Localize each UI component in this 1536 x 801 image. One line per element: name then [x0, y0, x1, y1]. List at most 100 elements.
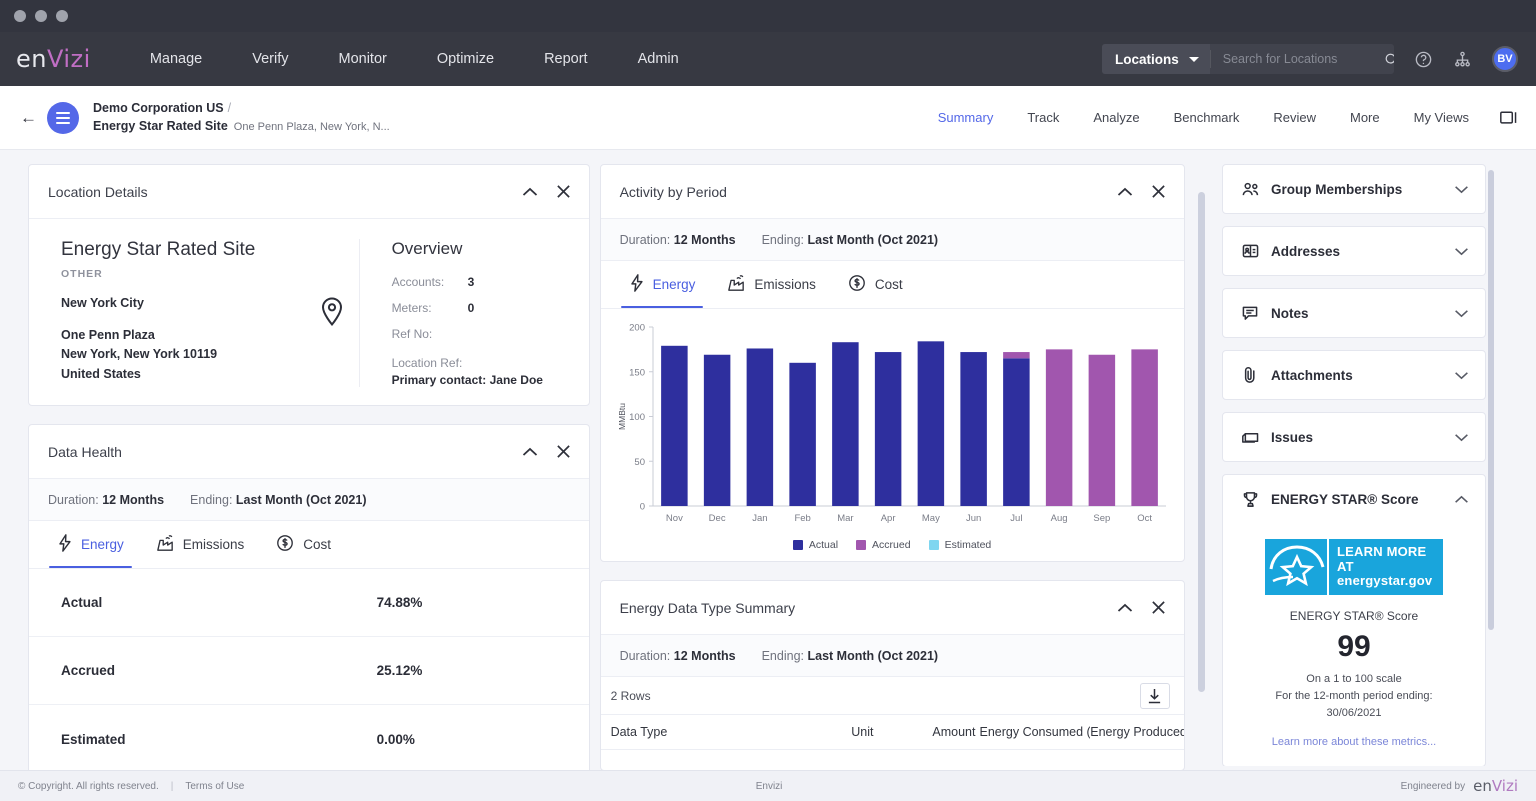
- tab-summary[interactable]: Summary: [921, 110, 1011, 125]
- svg-text:Nov: Nov: [665, 513, 682, 524]
- tab-emissions[interactable]: Emissions: [711, 261, 832, 308]
- chevron-down-icon[interactable]: [1454, 185, 1469, 194]
- collapse-icon[interactable]: [1117, 187, 1133, 197]
- tab-benchmark[interactable]: Benchmark: [1157, 110, 1257, 125]
- badge-line-2: energystar.gov: [1337, 574, 1443, 589]
- tab-energy[interactable]: Energy: [41, 521, 140, 568]
- dashboard-scroll-thumb[interactable]: [1198, 192, 1205, 692]
- sidebar-scrollbar[interactable]: [1488, 170, 1494, 630]
- chevron-down-icon[interactable]: [1454, 247, 1469, 256]
- meters-label: Meters:: [392, 301, 468, 315]
- primary-contact: Primary contact: Jane Doe: [392, 373, 589, 387]
- duration-value[interactable]: 12 Months: [674, 649, 736, 663]
- ending-value[interactable]: Last Month (Oct 2021): [236, 493, 367, 507]
- collapse-icon[interactable]: [522, 447, 538, 457]
- ending-value[interactable]: Last Month (Oct 2021): [807, 233, 938, 247]
- search-icon[interactable]: [1384, 52, 1394, 67]
- search-input[interactable]: [1223, 52, 1384, 66]
- window-maximize-dot[interactable]: [56, 10, 68, 22]
- panel-toggle-icon[interactable]: [1500, 110, 1518, 126]
- chevron-down-icon[interactable]: [1454, 371, 1469, 380]
- svg-text:Aug: Aug: [1050, 513, 1067, 524]
- col-unit[interactable]: Unit: [851, 715, 909, 750]
- help-icon[interactable]: [1414, 50, 1433, 69]
- nav-item-manage[interactable]: Manage: [125, 51, 227, 67]
- top-nav-right-group: Locations: [1102, 44, 1518, 74]
- tab-energy[interactable]: Energy: [613, 261, 712, 308]
- terms-of-use-link[interactable]: Terms of Use: [185, 781, 244, 792]
- legend-item-estimated[interactable]: Estimated: [929, 539, 992, 551]
- search-scope-button[interactable]: Locations: [1102, 44, 1210, 74]
- col-energy-consumed[interactable]: Energy Consumed (MMB: [980, 715, 1091, 750]
- window-minimize-dot[interactable]: [35, 10, 47, 22]
- map-pin-icon[interactable]: [319, 297, 345, 332]
- duration-value[interactable]: 12 Months: [102, 493, 164, 507]
- tab-emissions[interactable]: Emissions: [140, 521, 261, 568]
- sidebar-item-addresses[interactable]: Addresses: [1222, 226, 1486, 276]
- hierarchy-icon[interactable]: [1453, 50, 1472, 69]
- legend-item-actual[interactable]: Actual: [793, 539, 838, 551]
- breadcrumb-parent[interactable]: Demo Corporation US: [93, 101, 224, 115]
- col-data-type[interactable]: Data Type: [601, 715, 852, 750]
- sidebar-item-energy-star-score[interactable]: ENERGY STAR® Score: [1222, 474, 1486, 766]
- sidebar-item-group-memberships[interactable]: Group Memberships: [1222, 164, 1486, 214]
- close-icon[interactable]: [1151, 184, 1166, 199]
- duration-value[interactable]: 12 Months: [674, 233, 736, 247]
- nav-item-verify[interactable]: Verify: [227, 51, 313, 67]
- close-icon[interactable]: [556, 444, 571, 459]
- tab-more[interactable]: More: [1333, 110, 1397, 125]
- nav-item-monitor[interactable]: Monitor: [313, 51, 411, 67]
- summary-rows-bar: 2 Rows: [601, 677, 1184, 715]
- chevron-down-icon[interactable]: [1454, 433, 1469, 442]
- envizi-logo[interactable]: enVizi: [16, 45, 91, 73]
- col-energy-produced[interactable]: Energy Produced (MM: [1090, 715, 1183, 750]
- close-icon[interactable]: [1151, 600, 1166, 615]
- nav-item-report[interactable]: Report: [519, 51, 613, 67]
- legend-item-accrued[interactable]: Accrued: [856, 539, 911, 551]
- window-close-dot[interactable]: [14, 10, 26, 22]
- menu-icon[interactable]: [47, 102, 79, 134]
- chevron-down-icon[interactable]: [1454, 309, 1469, 318]
- sidebar-item-label: Attachments: [1271, 368, 1353, 383]
- dashboard-scrollbar[interactable]: [1195, 164, 1208, 766]
- tab-cost[interactable]: Cost: [260, 521, 347, 568]
- user-avatar[interactable]: BV: [1492, 46, 1518, 72]
- close-icon[interactable]: [556, 184, 571, 199]
- energystar-badge[interactable]: LEARN MORE AT energystar.gov: [1265, 539, 1443, 595]
- ending-value[interactable]: Last Month (Oct 2021): [807, 649, 938, 663]
- tab-review[interactable]: Review: [1256, 110, 1333, 125]
- nav-item-admin[interactable]: Admin: [613, 51, 704, 67]
- learn-more-link[interactable]: Learn more about these metrics...: [1272, 736, 1436, 748]
- energy-star-body: LEARN MORE AT energystar.gov ENERGY STAR…: [1223, 523, 1485, 766]
- footer-divider: |: [171, 781, 174, 792]
- brand-text: Vizi: [47, 45, 91, 73]
- summary-duration-bar: Duration: 12 Months Ending: Last Month (…: [601, 635, 1184, 677]
- svg-text:200: 200: [629, 323, 645, 334]
- download-button[interactable]: [1140, 683, 1170, 709]
- tab-my-views[interactable]: My Views: [1397, 110, 1486, 125]
- address-book-icon: [1240, 243, 1260, 259]
- back-arrow-icon[interactable]: ←: [16, 108, 47, 128]
- collapse-icon[interactable]: [522, 187, 538, 197]
- sidebar-item-label: ENERGY STAR® Score: [1271, 492, 1419, 507]
- activity-by-period-card: Activity by Period Duration: 12: [600, 164, 1185, 562]
- chevron-up-icon[interactable]: [1454, 495, 1469, 504]
- sidebar-item-attachments[interactable]: Attachments: [1222, 350, 1486, 400]
- collapse-icon[interactable]: [1117, 603, 1133, 613]
- nav-item-optimize[interactable]: Optimize: [412, 51, 519, 67]
- footer: © Copyright. All rights reserved. | Term…: [0, 770, 1536, 801]
- duration-label: Duration:: [620, 233, 671, 247]
- row-label: Estimated: [61, 732, 126, 747]
- duration-label: Duration:: [48, 493, 99, 507]
- tab-cost[interactable]: Cost: [832, 261, 919, 308]
- sidebar-item-label: Addresses: [1271, 244, 1340, 259]
- tab-track[interactable]: Track: [1010, 110, 1076, 125]
- sidebar-item-issues[interactable]: Issues: [1222, 412, 1486, 462]
- tab-analyze[interactable]: Analyze: [1076, 110, 1156, 125]
- center-column: Activity by Period Duration: 12: [600, 164, 1185, 766]
- table-row: Actual 74.88%: [29, 569, 589, 637]
- sidebar-item-notes[interactable]: Notes: [1222, 288, 1486, 338]
- col-amount[interactable]: Amount: [910, 715, 980, 750]
- bar-chart-svg: 050100150200MMBtuNovDecJanFebMarAprMayJu…: [611, 317, 1174, 532]
- avatar-initials: BV: [1497, 53, 1512, 65]
